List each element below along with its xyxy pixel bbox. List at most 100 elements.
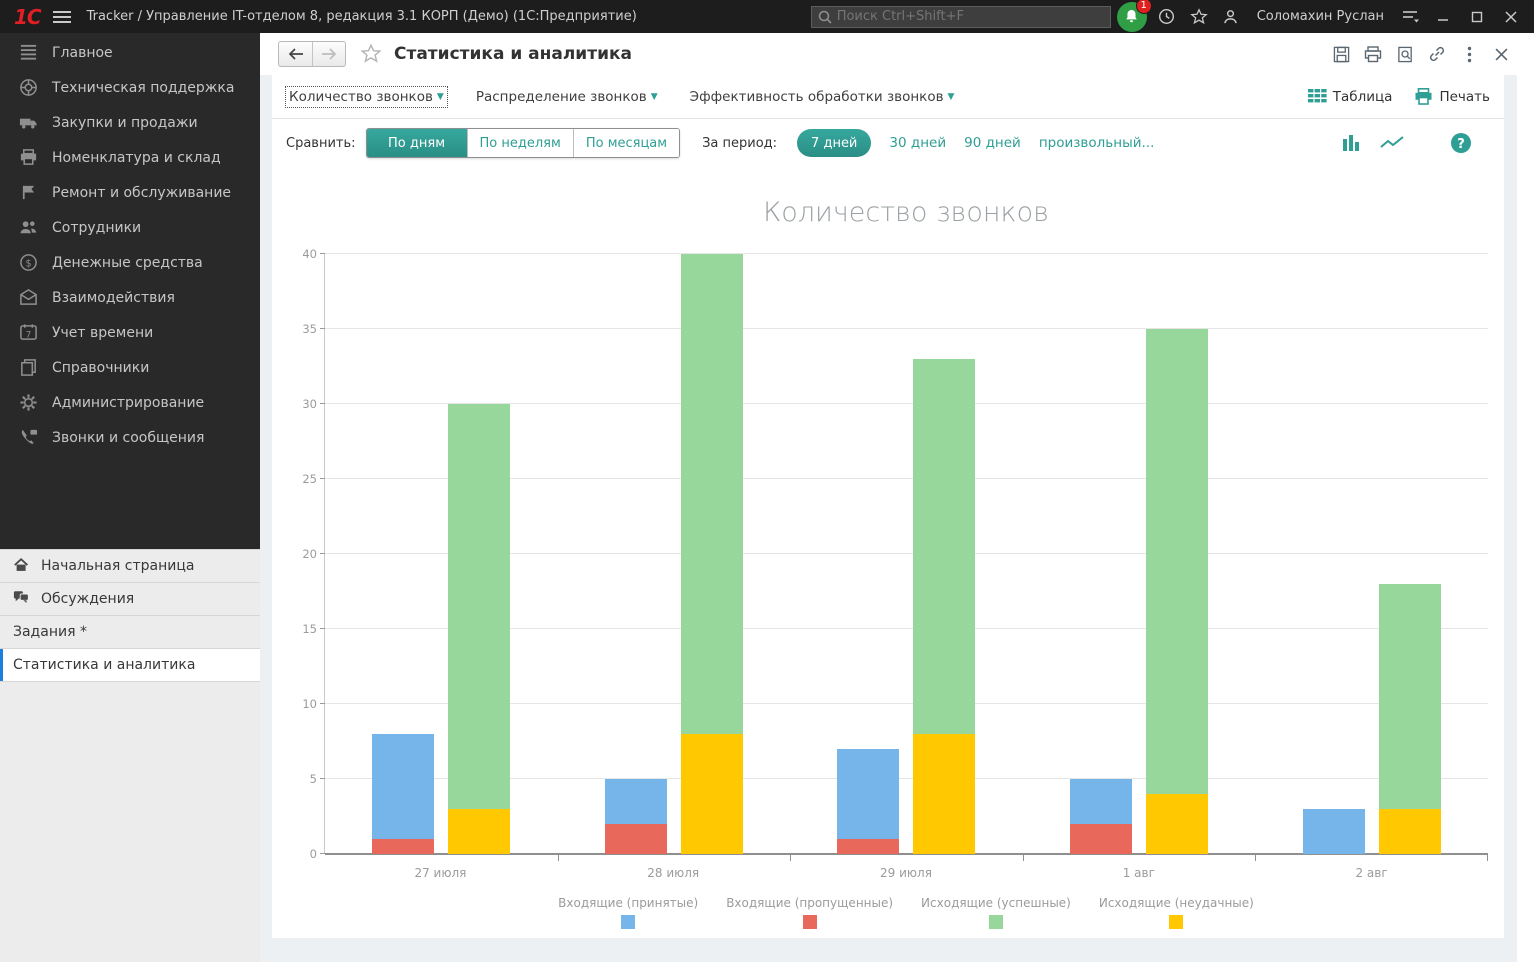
home-icon	[13, 557, 31, 575]
sidebar-item-main-menu[interactable]: Главное	[0, 35, 260, 70]
sidebar-item-label: Администрирование	[52, 395, 204, 411]
bar-segment[interactable]	[1070, 824, 1132, 854]
time-icon: 7	[18, 323, 38, 343]
bar-segment[interactable]	[913, 359, 975, 734]
sidebar-item-warehouse[interactable]: Номенклатура и склад	[0, 140, 260, 175]
close-window-button[interactable]	[1496, 4, 1526, 30]
report-tab-label: Количество звонков	[289, 89, 433, 105]
bar-segment[interactable]	[1146, 794, 1208, 854]
sidebar-item-truck[interactable]: Закупки и продажи	[0, 105, 260, 140]
more-actions-icon[interactable]	[1456, 42, 1482, 66]
compare-option-0[interactable]: По дням	[367, 129, 467, 157]
compare-option-2[interactable]: По месяцам	[573, 129, 679, 157]
bar-segment[interactable]	[372, 734, 434, 839]
period-7-days-button[interactable]: 7 дней	[797, 129, 871, 157]
sidebar-item-administration[interactable]: Администрирование	[0, 385, 260, 420]
sidebar-item-label: Закупки и продажи	[52, 115, 198, 131]
notifications-button[interactable]: 1	[1117, 2, 1147, 32]
history-icon[interactable]	[1153, 4, 1181, 30]
support-icon	[18, 78, 38, 98]
bar-segment[interactable]	[1379, 584, 1441, 809]
stacked-bar-Исходящие[interactable]	[913, 359, 975, 854]
stacked-bar-Входящие[interactable]	[837, 749, 899, 854]
back-button[interactable]	[279, 42, 312, 66]
close-form-icon[interactable]	[1488, 42, 1514, 66]
line-chart-view-icon[interactable]	[1380, 136, 1404, 150]
print-icon[interactable]	[1360, 42, 1386, 66]
bar-segment[interactable]	[605, 779, 667, 824]
x-axis-tick	[1487, 855, 1488, 861]
sidebar-item-references[interactable]: Справочники	[0, 350, 260, 385]
help-icon[interactable]: ?	[1450, 132, 1472, 154]
bar-segment[interactable]	[1146, 329, 1208, 794]
global-search[interactable]	[811, 6, 1111, 28]
get-link-icon[interactable]	[1424, 42, 1450, 66]
stacked-bar-Входящие[interactable]	[372, 734, 434, 854]
search-input[interactable]	[837, 9, 1104, 24]
user-icon[interactable]	[1217, 4, 1245, 30]
table-view-button[interactable]: Таблица	[1308, 89, 1393, 105]
stacked-bar-Исходящие[interactable]	[1146, 329, 1208, 854]
sidebar-tab-item-3[interactable]: Статистика и аналитика	[0, 649, 260, 682]
stacked-bar-Входящие[interactable]	[605, 779, 667, 854]
service-menu-icon[interactable]	[1396, 4, 1424, 30]
report-tab-2[interactable]: Эффективность обработки звонков▼	[687, 87, 958, 107]
sidebar-item-money[interactable]: $Денежные средства	[0, 245, 260, 280]
sidebar-tab-home[interactable]: Начальная страница	[0, 550, 260, 583]
bar-group-1 авг	[1023, 254, 1256, 854]
favorites-star-icon[interactable]	[1185, 4, 1213, 30]
x-axis-tick	[558, 855, 559, 861]
report-tab-0[interactable]: Количество звонков ▼	[286, 87, 447, 107]
compare-option-1[interactable]: По неделям	[467, 129, 573, 157]
bar-segment[interactable]	[913, 734, 975, 854]
stacked-bar-Исходящие[interactable]	[681, 254, 743, 854]
x-axis-tick	[1255, 855, 1256, 861]
hamburger-menu-icon[interactable]	[51, 6, 73, 28]
controls-row: Сравнить: По днямПо неделямПо месяцам За…	[272, 119, 1504, 167]
bar-segment[interactable]	[837, 839, 899, 854]
bar-chart-view-icon[interactable]	[1342, 135, 1360, 151]
sidebar-item-time[interactable]: 7Учет времени	[0, 315, 260, 350]
stacked-bar-Исходящие[interactable]	[448, 404, 510, 854]
print-report-button[interactable]: Печать	[1414, 88, 1490, 105]
truck-icon	[18, 113, 38, 133]
stacked-bar-Входящие[interactable]	[1303, 809, 1365, 854]
report-tab-1[interactable]: Распределение звонков▼	[473, 87, 661, 107]
period-link-2[interactable]: произвольный...	[1039, 135, 1155, 151]
bar-segment[interactable]	[681, 254, 743, 734]
sidebar-item-support[interactable]: Техническая поддержка	[0, 70, 260, 105]
forward-button[interactable]	[312, 42, 345, 66]
stacked-bar-Исходящие[interactable]	[1379, 584, 1441, 854]
period-link-0[interactable]: 30 дней	[889, 135, 946, 151]
minimize-button[interactable]	[1428, 4, 1458, 30]
sidebar-item-calls[interactable]: Звонки и сообщения	[0, 420, 260, 455]
bar-segment[interactable]	[605, 824, 667, 854]
sidebar-item-interactions[interactable]: Взаимодействия	[0, 280, 260, 315]
save-icon[interactable]	[1328, 42, 1354, 66]
current-user-name[interactable]: Соломахин Руслан	[1257, 9, 1384, 24]
bar-segment[interactable]	[1070, 779, 1132, 824]
favorite-star-icon[interactable]	[360, 43, 382, 65]
stacked-bar-Входящие[interactable]	[1070, 779, 1132, 854]
period-link-1[interactable]: 90 дней	[964, 135, 1021, 151]
bar-segment[interactable]	[448, 809, 510, 854]
period-label: За период:	[702, 136, 777, 151]
bar-segment[interactable]	[681, 734, 743, 854]
bar-segment[interactable]	[1379, 809, 1441, 854]
sidebar-item-employees[interactable]: Сотрудники	[0, 210, 260, 245]
bar-segment[interactable]	[448, 404, 510, 809]
y-axis-label: 10	[279, 697, 317, 711]
sidebar-item-repair[interactable]: Ремонт и обслуживание	[0, 175, 260, 210]
sidebar-tab-item-2[interactable]: Задания *	[0, 616, 260, 649]
bar-segment[interactable]	[837, 749, 899, 839]
report-tab-label: Распределение звонков	[476, 89, 647, 105]
print-preview-icon[interactable]	[1392, 42, 1418, 66]
bar-segment[interactable]	[372, 839, 434, 854]
chart-region: Количество звонков 0510152025303540 27 и…	[272, 167, 1504, 938]
bar-group-27 июля	[325, 254, 558, 854]
sidebar-tab-discussions[interactable]: Обсуждения	[0, 583, 260, 616]
maximize-button[interactable]	[1462, 4, 1492, 30]
bar-segment[interactable]	[1303, 809, 1365, 854]
chevron-down-icon: ▼	[437, 92, 444, 102]
page-header: Статистика и аналитика	[260, 33, 1534, 75]
